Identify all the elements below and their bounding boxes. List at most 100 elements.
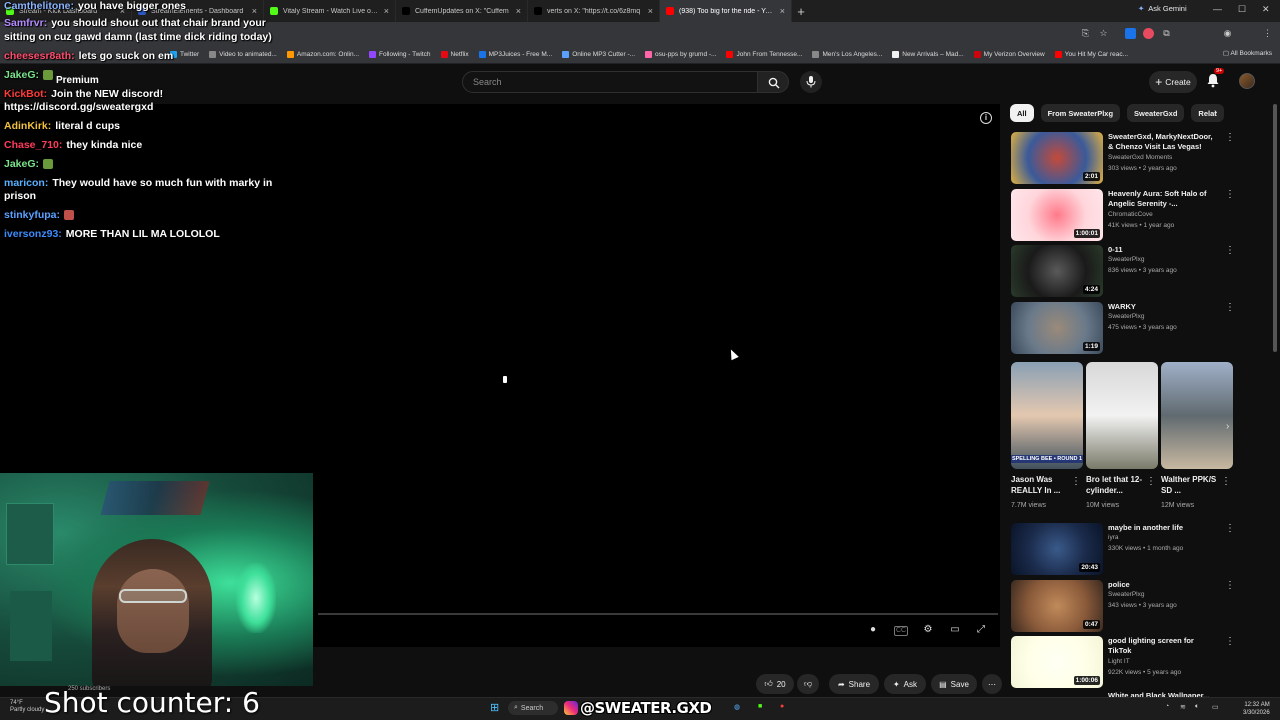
close-tab-icon[interactable]: ×	[780, 6, 785, 16]
video-title[interactable]: maybe in another life	[1108, 523, 1218, 533]
short-thumbnail[interactable]: SPELLING BEE • ROUND 1	[1011, 362, 1083, 469]
all-bookmarks-button[interactable]: ▢ All Bookmarks	[1223, 49, 1272, 57]
recommended-video[interactable]: 0:47 police SweaterPlxg 343 views • 3 years…	[1011, 579, 1235, 632]
close-window-icon[interactable]: ✕	[1262, 4, 1270, 15]
video-thumbnail[interactable]: 1:00:01	[1011, 188, 1103, 241]
filter-chip[interactable]: All	[1010, 104, 1034, 122]
channel-name[interactable]: SweaterPlxg	[1108, 591, 1145, 598]
ask-gemini-button[interactable]: ✦ Ask Gemini	[1138, 4, 1187, 13]
kick-app-icon[interactable]: ■	[758, 703, 762, 710]
bookmark-item[interactable]: Online MP3 Cutter -...	[562, 51, 635, 58]
filter-chip[interactable]: SweaterGxd	[1127, 104, 1185, 122]
video-title[interactable]: 0-11	[1108, 245, 1218, 255]
short-title[interactable]: Jason Was REALLY In ...	[1011, 474, 1071, 496]
minimize-icon[interactable]: —	[1213, 4, 1222, 14]
notifications-bell-icon[interactable]	[1206, 73, 1220, 88]
bookmark-item[interactable]: Following - Twitch	[369, 51, 431, 58]
browser-tab[interactable]: verts on X: "https://t.co/6z8mq ×	[528, 0, 660, 22]
bookmark-item[interactable]: Video to animated...	[209, 51, 277, 58]
more-vert-icon[interactable]: ⋮	[1225, 580, 1235, 591]
video-thumbnail[interactable]: 0:47	[1011, 579, 1103, 632]
theater-mode-icon[interactable]: ▭	[948, 624, 962, 638]
account-avatar[interactable]	[1239, 73, 1255, 89]
bookmark-item[interactable]: MP3Juices - Free M...	[478, 51, 552, 58]
close-tab-icon[interactable]: ×	[648, 6, 653, 16]
cast-icon[interactable]: ⎘	[1080, 28, 1091, 39]
video-title[interactable]: good lighting screen for TikTok	[1108, 636, 1218, 656]
short-video[interactable]: Bro let that 12-cylinder... 10M views ⋮	[1086, 362, 1158, 509]
short-title[interactable]: Walther PPK/S SD ...	[1161, 474, 1221, 496]
close-tab-icon[interactable]: ×	[516, 6, 521, 16]
close-tab-icon[interactable]: ×	[252, 6, 257, 16]
recommended-video[interactable]: 1:00:01 Heavenly Aura: Soft Halo of Angel…	[1011, 188, 1235, 241]
more-vert-icon[interactable]: ⋮	[1071, 476, 1081, 487]
video-thumbnail[interactable]: 1:00:06	[1011, 636, 1103, 688]
sidebar-scrollbar[interactable]	[1273, 104, 1277, 352]
bookmark-item[interactable]: Men's Los Angeles...	[812, 51, 882, 58]
voice-search-button[interactable]	[800, 71, 822, 93]
bookmark-item[interactable]: Twitter	[170, 51, 199, 58]
browser-tab[interactable]: Vitaly Stream - Watch Live on K ×	[264, 0, 396, 22]
share-button[interactable]: ➦ Share	[829, 674, 879, 694]
more-vert-icon[interactable]: ⋮	[1221, 476, 1231, 487]
browser-tab[interactable]: CuffemUpdates on X: "Cuffem ×	[396, 0, 528, 22]
channel-name[interactable]: iyra	[1108, 534, 1118, 541]
dislike-button[interactable]: 👎︎	[797, 674, 819, 694]
like-button[interactable]: 👍︎ 20	[756, 674, 794, 694]
short-video[interactable]: Walther PPK/S SD ... 12M views ⋮	[1161, 362, 1233, 509]
short-title[interactable]: Bro let that 12-cylinder...	[1086, 474, 1146, 496]
recommended-video[interactable]: 1:19 WARKY SweaterPlxg 475 views • 3 years …	[1011, 301, 1235, 354]
bookmark-item[interactable]: New Arrivals – Mad...	[892, 51, 964, 58]
volume-icon[interactable]: 🔈︎	[1195, 703, 1199, 711]
video-title[interactable]: police	[1108, 580, 1218, 590]
new-tab-button[interactable]: +	[792, 4, 810, 19]
close-tab-icon[interactable]: ×	[384, 6, 389, 16]
app-icon[interactable]: ●	[780, 703, 784, 710]
channel-name[interactable]: SweaterGxd Moments	[1108, 154, 1172, 161]
captions-icon[interactable]: CC	[894, 626, 908, 636]
browser-tab[interactable]: (938) Too big for the ride - YouTube ×	[660, 0, 792, 22]
battery-icon[interactable]: ▭	[1212, 703, 1219, 711]
short-thumbnail[interactable]	[1086, 362, 1158, 469]
short-video[interactable]: SPELLING BEE • ROUND 1 Jason Was REALLY I…	[1011, 362, 1083, 509]
info-icon[interactable]: i	[980, 112, 992, 124]
extensions-puzzle-icon[interactable]: ⧉	[1161, 28, 1172, 39]
create-button[interactable]: + Create	[1149, 71, 1197, 93]
video-title[interactable]: Heavenly Aura: Soft Halo of Angelic Sere…	[1108, 189, 1218, 209]
channel-name[interactable]: SweaterPlxg	[1108, 256, 1145, 263]
chevron-right-icon[interactable]: ›	[1226, 421, 1229, 432]
more-actions-button[interactable]: ⋯	[982, 674, 1002, 694]
recommended-video[interactable]: 2:01 SweaterGxd, MarkyNextDoor, & Chenzo …	[1011, 132, 1235, 184]
fullscreen-icon[interactable]: ⤢	[974, 624, 988, 638]
app-icon[interactable]: ◍	[734, 703, 740, 711]
video-thumbnail[interactable]: 20:43	[1011, 523, 1103, 575]
video-title[interactable]: WARKY	[1108, 302, 1218, 312]
extension-icon[interactable]	[1125, 28, 1136, 39]
taskbar-clock[interactable]: 12:32 AM 3/30/2026	[1243, 701, 1270, 717]
autoplay-toggle-icon[interactable]: ●	[866, 624, 880, 638]
more-vert-icon[interactable]: ⋮	[1225, 636, 1235, 647]
video-title[interactable]: SweaterGxd, MarkyNextDoor, & Chenzo Visi…	[1108, 132, 1218, 152]
bookmark-item[interactable]: You Hit My Car reac...	[1054, 51, 1128, 58]
recommended-video[interactable]: 4:24 0-11 SweaterPlxg 836 views • 3 years a…	[1011, 245, 1235, 297]
maximize-icon[interactable]: ☐	[1238, 4, 1246, 15]
video-progress-bar[interactable]	[318, 613, 998, 615]
bookmark-item[interactable]: Netflix	[440, 51, 469, 58]
extension-icon[interactable]	[1143, 28, 1154, 39]
search-input[interactable]: Search	[462, 71, 758, 93]
bookmark-item[interactable]: My Verizon Overview	[973, 51, 1045, 58]
more-vert-icon[interactable]: ⋮	[1225, 245, 1235, 256]
taskbar-search[interactable]: ⌕ Search	[508, 701, 558, 715]
save-button[interactable]: ▤ Save	[931, 674, 977, 694]
video-thumbnail[interactable]: 4:24	[1011, 245, 1103, 297]
bookmark-item[interactable]: Amazon.com: Onlin...	[286, 51, 359, 58]
short-thumbnail[interactable]	[1161, 362, 1233, 469]
search-button[interactable]	[757, 71, 789, 93]
settings-gear-icon[interactable]: ⚙	[921, 624, 935, 638]
more-vert-icon[interactable]: ⋮	[1225, 189, 1235, 200]
bookmark-item[interactable]: osu-pps by grumd -...	[645, 51, 716, 58]
video-thumbnail[interactable]: 1:19	[1011, 301, 1103, 354]
more-vert-icon[interactable]: ⋮	[1225, 302, 1235, 313]
youtube-premium-logo[interactable]: Premium	[56, 75, 99, 86]
browser-menu-icon[interactable]: ⋮	[1262, 28, 1273, 39]
